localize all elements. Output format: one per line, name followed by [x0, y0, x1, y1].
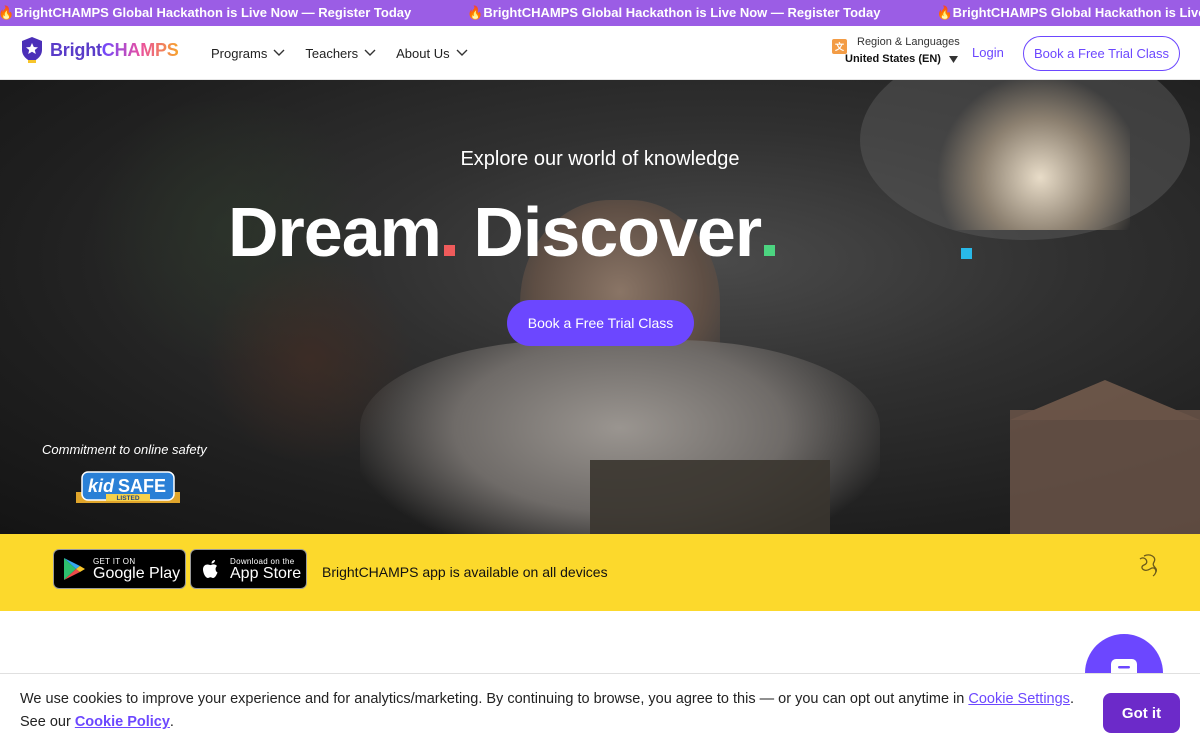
- menu-label: Programs: [211, 45, 268, 61]
- ticker-item[interactable]: 🔥BrightCHAMPS Global Hackathon is Live N…: [936, 5, 1200, 21]
- svg-text:LISTED: LISTED: [116, 495, 139, 502]
- region-label: Region & Languages: [857, 36, 960, 48]
- menu-about-us[interactable]: About Us: [396, 45, 468, 61]
- book-trial-button-hero[interactable]: Book a Free Trial Class: [507, 300, 694, 346]
- cyan-dot-accent: [961, 248, 972, 259]
- shield-logo-icon: [22, 37, 42, 63]
- menu-label: About Us: [396, 45, 450, 61]
- cookie-text-part: We use cookies to improve your experienc…: [20, 691, 969, 707]
- caret-down-icon: [948, 55, 958, 63]
- translate-icon: 文: [832, 39, 847, 54]
- safety-caption: Commitment to online safety: [42, 442, 207, 457]
- region-value-text: United States (EN): [845, 53, 941, 65]
- main-menu: Programs Teachers About Us: [211, 26, 468, 80]
- cookie-banner: We use cookies to improve your experienc…: [0, 673, 1200, 750]
- cookie-policy-link[interactable]: Cookie Policy: [75, 714, 170, 730]
- app-store-big-text: App Store: [230, 564, 302, 582]
- red-dot-accent: [443, 245, 455, 256]
- chevron-down-icon: [364, 49, 376, 56]
- login-link[interactable]: Login: [972, 45, 1004, 60]
- brand-logo[interactable]: BrightCHAMPS: [20, 36, 179, 64]
- hero-title: Dream Discover: [228, 192, 776, 272]
- circuit-board-shape: [590, 460, 830, 534]
- squiggle-doodle-icon: [1139, 554, 1158, 577]
- cookie-settings-link[interactable]: Cookie Settings: [968, 691, 1070, 707]
- logo-bright-text: Bright: [50, 39, 102, 60]
- hero-subtitle: Explore our world of knowledge: [460, 148, 740, 170]
- google-play-badge[interactable]: GET IT ON Google Play: [53, 549, 186, 589]
- google-play-big-text: Google Play: [93, 564, 181, 582]
- region-language-selector[interactable]: 文 Region & Languages United States (EN): [832, 36, 960, 65]
- kidsafe-listed-badge[interactable]: kid SAFE LISTED: [76, 470, 180, 504]
- ticker-item[interactable]: 🔥BrightCHAMPS Global Hackathon is Live N…: [0, 5, 467, 21]
- ticker-item[interactable]: 🔥BrightCHAMPS Global Hackathon is Live N…: [467, 5, 936, 21]
- menu-programs[interactable]: Programs: [211, 46, 285, 61]
- chevron-down-icon: [273, 49, 285, 56]
- app-download-bar: GET IT ON Google Play Download on the Ap…: [0, 534, 1200, 611]
- region-value[interactable]: United States (EN): [845, 53, 960, 65]
- menu-teachers[interactable]: Teachers: [305, 46, 376, 61]
- cookie-message: We use cookies to improve your experienc…: [20, 688, 1080, 734]
- svg-text:SAFE: SAFE: [118, 476, 166, 496]
- book-trial-button-header[interactable]: Book a Free Trial Class: [1023, 36, 1180, 71]
- hero-section: Explore our world of knowledge Dream Dis…: [0, 80, 1200, 534]
- hero-word-discover: Discover: [473, 193, 762, 271]
- cookie-accept-button[interactable]: Got it: [1103, 693, 1180, 733]
- model-house-shape: [1010, 410, 1200, 534]
- logo-champs-text: CHAMPS: [101, 39, 179, 60]
- announcement-ticker[interactable]: 🔥BrightCHAMPS Global Hackathon is Live N…: [0, 0, 1200, 26]
- cookie-text-part: .: [169, 714, 174, 730]
- chevron-down-icon: [456, 49, 468, 56]
- menu-label: Teachers: [305, 45, 359, 61]
- top-navigation: BrightCHAMPS Programs Teachers About Us …: [0, 26, 1200, 80]
- apple-icon: [203, 560, 218, 578]
- hero-word-dream: Dream: [228, 193, 442, 271]
- app-store-badge[interactable]: Download on the App Store: [190, 549, 307, 589]
- svg-text:kid: kid: [88, 476, 115, 496]
- app-availability-text: BrightCHAMPS app is available on all dev…: [322, 564, 608, 580]
- logo-wordmark: BrightCHAMPS: [50, 40, 179, 61]
- green-dot-accent: [764, 245, 776, 256]
- google-play-icon: [64, 558, 85, 580]
